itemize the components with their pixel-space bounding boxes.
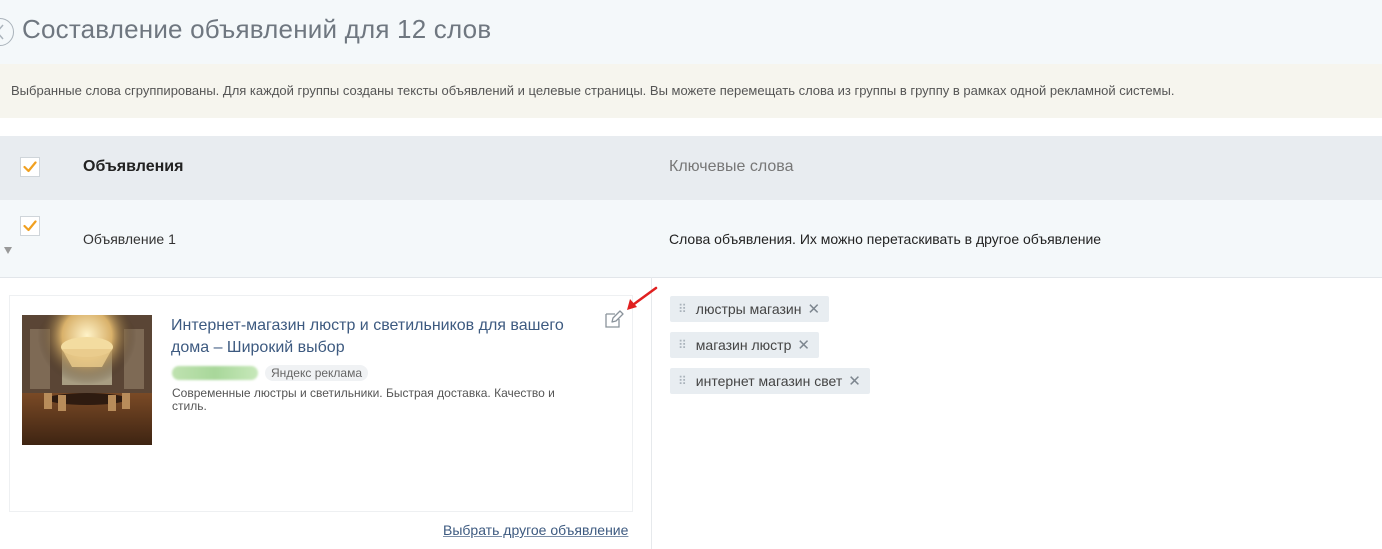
page-header: Составление объявлений для 12 слов xyxy=(0,0,1382,64)
keyword-label: интернет магазин свет xyxy=(695,373,843,389)
remove-icon[interactable]: ✕ xyxy=(797,336,810,354)
info-text: Выбранные слова сгруппированы. Для каждо… xyxy=(11,83,1175,98)
ad-source-badge: Яндекс реклама xyxy=(265,365,369,381)
keyword-label: люстры магазин xyxy=(695,301,802,317)
remove-icon[interactable]: ✕ xyxy=(848,372,861,390)
info-bar: Выбранные слова сгруппированы. Для каждо… xyxy=(0,64,1382,118)
drag-handle-icon[interactable]: ⠿ xyxy=(678,302,687,316)
table-header: Объявления Ключевые слова xyxy=(0,136,1382,200)
keyword-tag[interactable]: ⠿ интернет магазин свет ✕ xyxy=(670,368,870,394)
collapse-toggle-icon[interactable] xyxy=(4,247,12,254)
ad-group-label: Объявление 1 xyxy=(83,231,176,247)
back-icon[interactable] xyxy=(0,18,14,46)
page-title: Составление объявлений для 12 слов xyxy=(22,14,492,44)
ad-text: Современные люстры и светильники. Быстра… xyxy=(172,386,555,413)
ad-image xyxy=(22,315,152,445)
drag-handle-icon[interactable]: ⠿ xyxy=(678,374,687,388)
annotation-arrow-icon xyxy=(622,285,662,318)
drag-handle-icon[interactable]: ⠿ xyxy=(678,338,687,352)
ad-url-blurred xyxy=(172,366,258,380)
keywords-hint: Слова объявления. Их можно перетаскивать… xyxy=(669,231,1102,247)
ad-preview-card: Интернет-магазин люстр и светильников дл… xyxy=(9,295,633,512)
keyword-label: магазин люстр xyxy=(695,337,792,353)
column-header-keywords: Ключевые слова xyxy=(669,158,794,175)
keyword-tag[interactable]: ⠿ люстры магазин ✕ xyxy=(670,296,830,322)
ad-group-checkbox[interactable] xyxy=(20,216,40,236)
keyword-tag[interactable]: ⠿ магазин люстр ✕ xyxy=(670,332,819,358)
column-header-ads: Объявления xyxy=(83,158,184,175)
choose-another-ad-link[interactable]: Выбрать другое объявление xyxy=(443,522,628,538)
select-all-checkbox[interactable] xyxy=(20,157,40,177)
ad-title[interactable]: Интернет-магазин люстр и светильников дл… xyxy=(171,315,571,359)
ad-group-row: Объявление 1 Слова объявления. Их можно … xyxy=(0,200,1382,278)
remove-icon[interactable]: ✕ xyxy=(807,300,820,318)
